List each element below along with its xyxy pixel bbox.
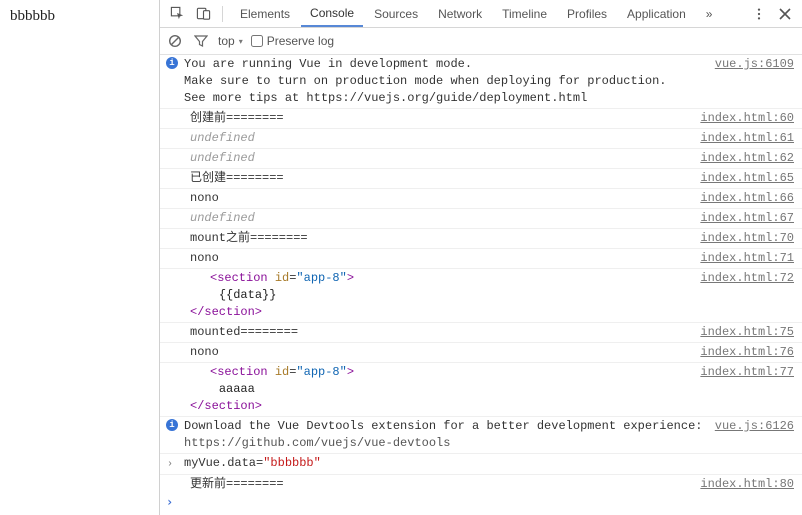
log-message: nono <box>190 250 700 267</box>
log-source-link[interactable]: index.html:65 <box>700 170 802 187</box>
log-message: nono <box>190 190 700 207</box>
log-source-link[interactable]: vue.js:6109 <box>715 56 802 73</box>
log-gutter <box>160 344 184 345</box>
log-row: 已创建========index.html:65 <box>160 169 802 189</box>
log-source-link[interactable]: index.html:60 <box>700 110 802 127</box>
inspect-icon[interactable] <box>166 3 188 25</box>
console-prompt[interactable]: › <box>160 493 802 515</box>
menu-icon[interactable] <box>748 3 770 25</box>
tab-profiles[interactable]: Profiles <box>558 0 616 27</box>
log-message: nono <box>190 344 700 361</box>
log-row: 创建前========index.html:60 <box>160 109 802 129</box>
tabs-overflow[interactable]: » <box>697 0 722 27</box>
log-source-link[interactable]: index.html:71 <box>700 250 802 267</box>
log-row-info: i You are running Vue in development mode… <box>160 55 802 109</box>
tab-timeline[interactable]: Timeline <box>493 0 556 27</box>
log-source-link[interactable]: index.html:61 <box>700 130 802 147</box>
devtools-toolbar: Elements Console Sources Network Timelin… <box>160 0 802 28</box>
console-log-list[interactable]: i You are running Vue in development mode… <box>160 55 802 493</box>
console-toolbar: top ▾ Preserve log <box>160 28 802 55</box>
log-message: You are running Vue in development mode.… <box>184 56 715 107</box>
log-message: myVue.data="bbbbbb" <box>184 455 802 472</box>
log-row: 更新前========index.html:80 <box>160 475 802 493</box>
log-gutter <box>160 364 184 365</box>
log-message: 更新前======== <box>190 476 700 493</box>
log-message: undefined <box>190 150 700 167</box>
log-gutter: › <box>160 455 184 473</box>
context-label: top <box>218 34 235 48</box>
log-gutter <box>160 324 184 325</box>
log-message: mount之前======== <box>190 230 700 247</box>
log-gutter <box>160 250 184 251</box>
log-source-link[interactable]: index.html:80 <box>700 476 802 493</box>
preserve-log-label: Preserve log <box>267 34 334 48</box>
log-row: undefinedindex.html:67 <box>160 209 802 229</box>
preserve-log-toggle[interactable]: Preserve log <box>251 34 334 48</box>
log-source-link[interactable]: vue.js:6126 <box>715 418 802 435</box>
log-message: 创建前======== <box>190 110 700 127</box>
log-source-link[interactable]: index.html:67 <box>700 210 802 227</box>
preserve-log-checkbox[interactable] <box>251 35 263 47</box>
tab-elements[interactable]: Elements <box>231 0 299 27</box>
context-selector[interactable]: top ▾ <box>218 34 243 48</box>
log-row-input: › myVue.data="bbbbbb" <box>160 454 802 475</box>
page-text: bbbbbb <box>10 8 149 25</box>
log-message: mounted======== <box>190 324 700 341</box>
log-gutter <box>160 110 184 111</box>
log-gutter <box>160 130 184 131</box>
log-source-link[interactable]: index.html:72 <box>700 270 802 287</box>
log-message: <section id="app-8"> {{data}} </section> <box>190 270 700 321</box>
devtools-panel: Elements Console Sources Network Timelin… <box>159 0 802 515</box>
log-row: <section id="app-8"> {{data}} </section>… <box>160 269 802 323</box>
log-row: nonoindex.html:71 <box>160 249 802 269</box>
input-arrow-icon: › <box>167 456 177 473</box>
tab-console[interactable]: Console <box>301 0 363 27</box>
log-row: undefinedindex.html:61 <box>160 129 802 149</box>
log-message: undefined <box>190 210 700 227</box>
log-gutter <box>160 230 184 231</box>
log-source-link[interactable]: index.html:66 <box>700 190 802 207</box>
log-message: <section id="app-8"> aaaaa </section> <box>190 364 700 415</box>
log-gutter: i <box>160 418 184 431</box>
clear-console-icon[interactable] <box>166 32 184 50</box>
log-gutter: i <box>160 56 184 69</box>
log-gutter <box>160 476 184 477</box>
log-row-info: i Download the Vue Devtools extension for… <box>160 417 802 454</box>
filter-icon[interactable] <box>192 32 210 50</box>
log-source-link[interactable]: index.html:76 <box>700 344 802 361</box>
log-gutter <box>160 270 184 271</box>
log-gutter <box>160 150 184 151</box>
log-source-link[interactable]: index.html:77 <box>700 364 802 381</box>
log-gutter <box>160 190 184 191</box>
tab-sources[interactable]: Sources <box>365 0 427 27</box>
page-body: bbbbbb <box>0 0 159 515</box>
log-message: 已创建======== <box>190 170 700 187</box>
prompt-glyph-icon: › <box>164 495 179 509</box>
log-row: undefinedindex.html:62 <box>160 149 802 169</box>
log-source-link[interactable]: index.html:70 <box>700 230 802 247</box>
log-row: nonoindex.html:76 <box>160 343 802 363</box>
close-icon[interactable] <box>774 3 796 25</box>
devtools-tabbar: Elements Console Sources Network Timelin… <box>231 0 721 27</box>
toolbar-separator <box>222 6 223 22</box>
log-row: <section id="app-8"> aaaaa </section>ind… <box>160 363 802 417</box>
log-row: mount之前========index.html:70 <box>160 229 802 249</box>
chevron-down-icon: ▾ <box>239 37 243 46</box>
log-row: nonoindex.html:66 <box>160 189 802 209</box>
log-gutter <box>160 210 184 211</box>
log-gutter <box>160 170 184 171</box>
info-icon: i <box>166 57 178 69</box>
log-message: Download the Vue Devtools extension for … <box>184 418 715 452</box>
log-row: mounted========index.html:75 <box>160 323 802 343</box>
log-message: undefined <box>190 130 700 147</box>
tab-application[interactable]: Application <box>618 0 695 27</box>
device-icon[interactable] <box>192 3 214 25</box>
console-input[interactable] <box>179 495 798 509</box>
tab-network[interactable]: Network <box>429 0 491 27</box>
log-source-link[interactable]: index.html:75 <box>700 324 802 341</box>
info-icon: i <box>166 419 178 431</box>
log-source-link[interactable]: index.html:62 <box>700 150 802 167</box>
